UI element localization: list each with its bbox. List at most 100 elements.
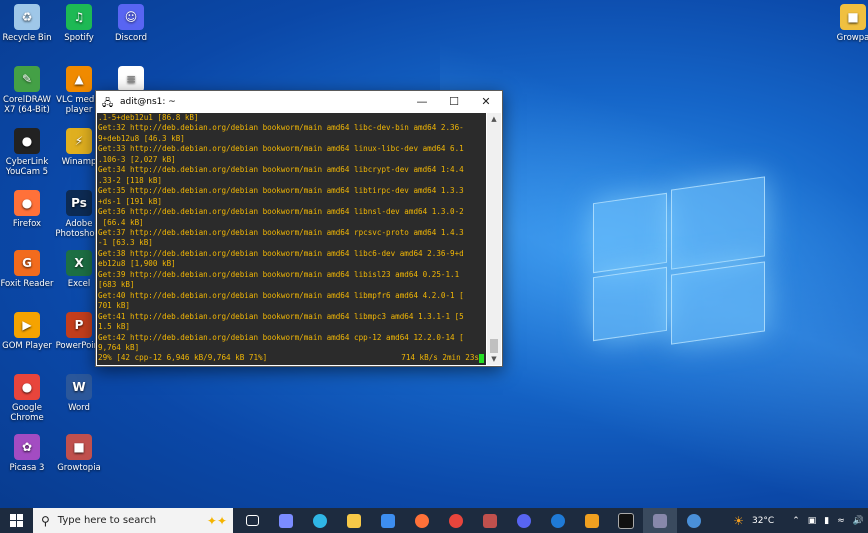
desktop-icon-label: Google Chrome — [10, 403, 44, 423]
taskbar-app-button[interactable] — [303, 508, 337, 533]
title-bar[interactable]: 🖧 adit@ns1: ~ — ☐ ✕ — [96, 91, 502, 112]
scroll-up-arrow[interactable]: ▲ — [487, 113, 501, 125]
battery-icon[interactable]: ▮ — [824, 516, 829, 526]
window-title: adit@ns1: ~ — [120, 96, 176, 107]
start-button[interactable] — [0, 508, 33, 533]
progress-status: 29% [42 cpp-12 6,946 kB/9,764 kB 71%] — [98, 353, 268, 363]
vlc-icon: ▲ — [66, 66, 92, 92]
taskbar-app-button[interactable] — [473, 508, 507, 533]
scrollbar[interactable]: ▲ ▼ — [487, 113, 501, 365]
desktop-icon-label: Discord — [115, 33, 147, 43]
powerpoint-icon: P — [66, 312, 92, 338]
picasa-icon: ✿ — [14, 434, 40, 460]
edge-icon — [313, 513, 327, 528]
taskbar-app-button[interactable] — [575, 508, 609, 533]
firefox-icon: ● — [14, 190, 40, 216]
close-button[interactable]: ✕ — [470, 91, 502, 112]
desktop-icon-label: CyberLink YouCam 5 — [5, 157, 49, 177]
minimize-button[interactable]: — — [406, 91, 438, 112]
weather-icon[interactable]: ☀ — [733, 514, 744, 528]
youcam-icon: ● — [14, 128, 40, 154]
gom-player-icon: ▶ — [14, 312, 40, 338]
download-speed: 714 kB/s 2min 23s — [401, 353, 479, 363]
virtualbox-icon — [585, 513, 599, 528]
taskbar-app-button[interactable] — [507, 508, 541, 533]
app-icon — [687, 513, 701, 528]
weather-temp[interactable]: 32°C — [752, 516, 774, 526]
scrollbar-thumb[interactable] — [490, 339, 498, 353]
word-icon: W — [66, 374, 92, 400]
chrome-icon: ● — [14, 374, 40, 400]
recycle-bin-icon: ♻ — [14, 4, 40, 30]
taskbar-app-button[interactable] — [541, 508, 575, 533]
desktop-icon[interactable]: ✎ CorelDRAW X7 (64-Bit) — [0, 66, 54, 115]
desktop-icon[interactable]: ● CyberLink YouCam 5 — [0, 128, 54, 177]
terminal-icon — [618, 512, 634, 529]
terminal-lines: .1-5+deb12u1 [86.8 kB] Get:32 http://deb… — [98, 113, 464, 352]
winamp-icon: ⚡ — [66, 128, 92, 154]
progress-line: 29% [42 cpp-12 6,946 kB/9,764 kB 71%] 714… — [97, 353, 486, 363]
desktop-icon[interactable]: ♻ Recycle Bin — [0, 4, 54, 43]
growpa-icon: ■ — [840, 4, 866, 30]
sparkle-icon: ✦✦ — [206, 513, 227, 528]
growtopia-icon: ■ — [66, 434, 92, 460]
file-explorer-icon — [347, 513, 361, 528]
desktop-icon-label: Foxit Reader — [0, 279, 54, 289]
taskbar-app-button[interactable] — [405, 508, 439, 533]
search-placeholder: Type here to search — [57, 515, 157, 526]
windows-start-icon — [10, 514, 23, 527]
system-tray: ☀ 32°C ⌃ ▣ ▮ ≈ 🔊 — [729, 508, 868, 533]
network-icon[interactable]: ▣ — [808, 516, 817, 526]
windows-logo — [593, 176, 768, 345]
cursor — [479, 353, 484, 363]
taskbar-app-button[interactable] — [643, 508, 677, 533]
desktop-icon-label: CorelDRAW X7 (64-Bit) — [3, 95, 51, 115]
taskbar: ⚲ Type here to search ✦✦ ☀ 32°C ⌃ ▣ ▮ ≈ … — [0, 508, 868, 533]
chevron-up-icon[interactable]: ⌃ — [792, 516, 800, 526]
taskbar-app-button[interactable] — [371, 508, 405, 533]
desktop-icon[interactable]: ■ Growpa — [826, 4, 868, 43]
desktop-icon[interactable]: ♫ Spotify — [52, 4, 106, 43]
desktop-icon-label: Growpa — [836, 33, 868, 43]
taskbar-app-button[interactable] — [235, 508, 269, 533]
taskbar-app-button[interactable] — [439, 508, 473, 533]
taskbar-app-button[interactable] — [609, 508, 643, 533]
putty-icon: 🖧 — [102, 97, 114, 109]
search-icon: ⚲ — [41, 513, 50, 528]
taskbar-app-button[interactable] — [677, 508, 711, 533]
desktop-icon[interactable]: ● Firefox — [0, 190, 54, 229]
desktop-icon[interactable]: ☺ Discord — [104, 4, 158, 43]
excel-icon: X — [66, 250, 92, 276]
desktop-icon[interactable]: ✿ Picasa 3 — [0, 434, 54, 473]
pinned-apps — [235, 508, 711, 533]
desktop-icon-label: Firefox — [12, 219, 42, 229]
foxit-icon: G — [14, 250, 40, 276]
discord-icon — [517, 513, 531, 528]
volume-icon[interactable]: 🔊 — [853, 516, 864, 526]
coreldraw-icon: ✎ — [14, 66, 40, 92]
discord-icon: ☺ — [118, 4, 144, 30]
maximize-button[interactable]: ☐ — [438, 91, 470, 112]
desktop-icon[interactable]: G Foxit Reader — [0, 250, 54, 289]
desktop-icon[interactable]: ■ Growtopia — [52, 434, 106, 473]
document-icon: ≡ — [118, 66, 144, 92]
desktop-icon[interactable]: W Word — [52, 374, 106, 413]
copilot-icon — [279, 513, 293, 528]
desktop-icon-label: Growtopia — [57, 463, 101, 473]
growtopia-icon — [483, 513, 497, 528]
chrome-icon — [449, 513, 463, 528]
terminal-output[interactable]: .1-5+deb12u1 [86.8 kB] Get:32 http://deb… — [97, 113, 486, 365]
taskbar-app-button[interactable] — [337, 508, 371, 533]
scroll-down-arrow[interactable]: ▼ — [487, 353, 501, 365]
edge-dev-icon — [551, 513, 565, 528]
putty-icon — [653, 513, 667, 528]
taskbar-app-button[interactable] — [269, 508, 303, 533]
desktop-icon[interactable]: ● Google Chrome — [0, 374, 54, 423]
terminal-window[interactable]: 🖧 adit@ns1: ~ — ☐ ✕ .1-5+deb12u1 [86.8 k… — [95, 90, 503, 367]
wifi-icon[interactable]: ≈ — [837, 516, 845, 526]
firefox-icon — [415, 513, 429, 528]
desktop-icon-label: Picasa 3 — [9, 463, 45, 473]
microsoft-store-icon — [381, 513, 395, 528]
desktop-icon[interactable]: ▶ GOM Player — [0, 312, 54, 351]
search-box[interactable]: ⚲ Type here to search ✦✦ — [33, 508, 233, 533]
